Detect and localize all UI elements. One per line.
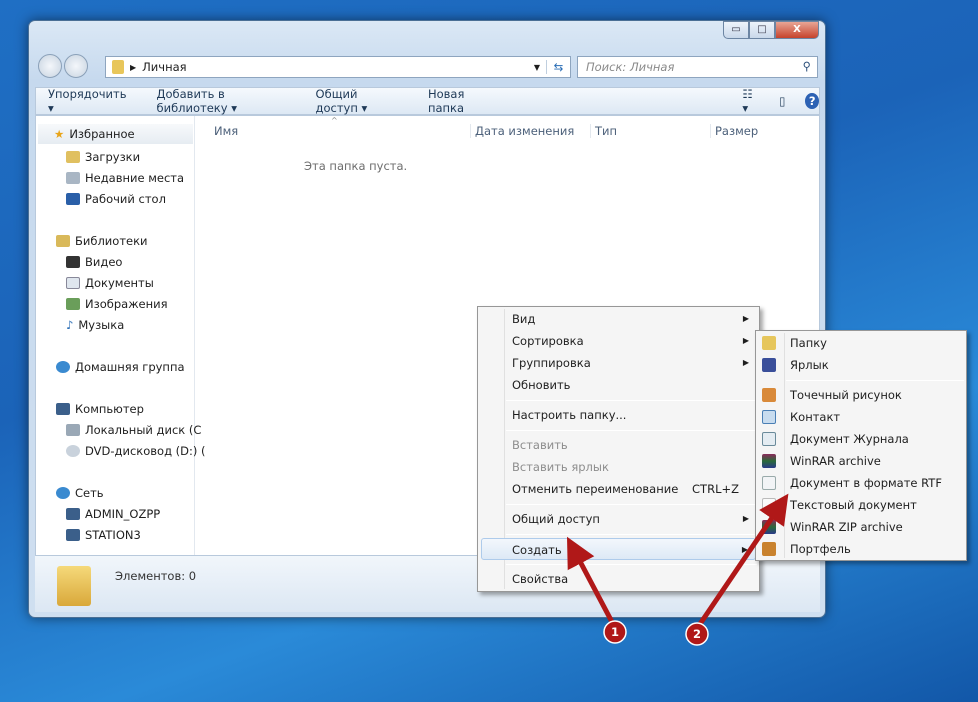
step-label-2: 2 <box>692 627 701 641</box>
step-label-1: 1 <box>610 625 619 639</box>
arrow-1 <box>566 536 615 624</box>
annotation-arrows <box>566 493 789 646</box>
arrow-2 <box>697 493 789 626</box>
